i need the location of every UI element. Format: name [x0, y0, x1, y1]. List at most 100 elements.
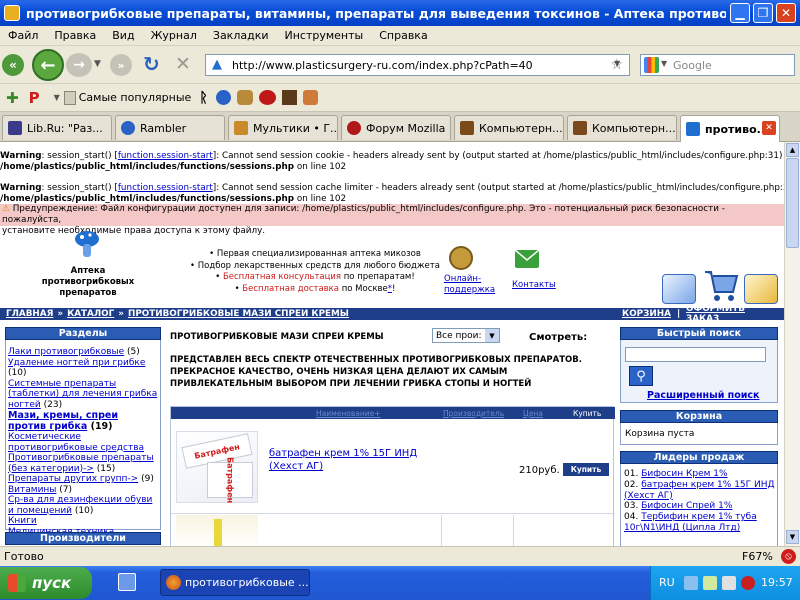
leader-link[interactable]: батрафен крем 1% 15Г ИНД (Хехст АГ)	[624, 480, 775, 501]
order-icon[interactable]	[744, 274, 778, 304]
tab-cartoons[interactable]: Мультики • Г...	[228, 115, 338, 140]
category-link[interactable]: Книги	[8, 516, 37, 526]
tray-icon[interactable]	[703, 576, 717, 590]
network-icon[interactable]	[684, 576, 698, 590]
history-dropdown-icon[interactable]: ▼	[94, 59, 101, 69]
breadcrumb-current[interactable]: Противогрибковые мази спреи кремы	[128, 309, 349, 319]
logo-mushroom-icon[interactable]	[74, 230, 100, 258]
category-link[interactable]: Косметические противогрибковые средства	[8, 432, 144, 453]
menu-help[interactable]: Справка	[371, 29, 435, 42]
dropdown-icon[interactable]: ▼	[54, 93, 60, 102]
category-link[interactable]: Лаки противогрибковые	[8, 347, 124, 357]
back-history-button[interactable]: «	[2, 54, 24, 76]
leader-link[interactable]: Тербифин крем 1% туба 10г\N1\ИНД (Ципла …	[624, 512, 757, 533]
menu-history[interactable]: Журнал	[143, 29, 205, 42]
bookmark-computer-icon[interactable]	[281, 90, 297, 105]
zoom-level[interactable]: F67%	[742, 550, 773, 563]
start-button[interactable]: пуск	[0, 567, 92, 599]
free-consult-link[interactable]: Бесплатная консультация	[223, 272, 341, 282]
buy-button[interactable]: Купить	[563, 463, 609, 476]
search-icon[interactable]: ⚲	[629, 366, 653, 386]
product-image-next[interactable]	[176, 515, 258, 546]
envelope-icon[interactable]	[514, 249, 540, 268]
back-arrow-icon[interactable]: ←	[32, 49, 64, 81]
online-support-link[interactable]: Онлайн- поддержка	[444, 274, 495, 296]
tab-active-pharmacy[interactable]: противо... ✕	[680, 115, 780, 142]
leader-link[interactable]: Бифосин Спрей 1%	[641, 501, 732, 511]
address-bar[interactable]: ▲ http://www.plasticsurgery-ru.com/index…	[205, 54, 630, 76]
tab-mozilla-forum[interactable]: Форум Mozilla ...	[341, 115, 451, 140]
add-bookmark-icon[interactable]: ✚	[6, 89, 19, 107]
menu-bookmarks[interactable]: Закладки	[205, 29, 277, 42]
close-window-button[interactable]: ✕	[776, 3, 796, 23]
free-delivery-link[interactable]: Бесплатная доставка	[242, 284, 339, 294]
bookmark-cartoon-icon[interactable]	[236, 90, 253, 105]
chevron-down-icon[interactable]: ▼	[485, 329, 499, 342]
category-link[interactable]: Витамины	[8, 485, 56, 495]
taskbar-item-firefox[interactable]: противогрибковые ...	[160, 569, 310, 596]
category-link[interactable]: Препараты других групп->	[8, 474, 138, 484]
bookmark-mozilla-icon[interactable]	[258, 90, 276, 105]
forward-history-button[interactable]: »	[110, 54, 132, 76]
forward-arrow-icon[interactable]: →	[66, 53, 92, 77]
p-toolbar-icon[interactable]: P	[29, 89, 40, 107]
vertical-scrollbar[interactable]: ▲ ▼	[784, 142, 800, 546]
bookmark-cup-icon[interactable]	[302, 90, 318, 105]
maximize-button[interactable]: ❐	[753, 3, 773, 23]
windows-logo-icon	[8, 574, 26, 592]
breadcrumb-home[interactable]: Главная	[6, 309, 53, 319]
menu-tools[interactable]: Инструменты	[277, 29, 372, 42]
scroll-up-icon[interactable]: ▲	[786, 143, 799, 157]
leader-link[interactable]: Бифосин Крем 1%	[641, 469, 727, 479]
scroll-thumb[interactable]	[786, 158, 799, 248]
function-session-start-link[interactable]: function.session-start	[118, 151, 213, 161]
window-title-bar[interactable]: противогрибковые препараты, витамины, пр…	[0, 0, 800, 26]
product-name-link[interactable]: батрафен крем 1% 15Г ИНД (Хехст АГ)	[269, 447, 429, 473]
category-link[interactable]: Удаление ногтей при грибке	[8, 358, 145, 368]
url-dropdown-icon[interactable]: ▼	[614, 59, 620, 68]
cart-link[interactable]: Корзина	[622, 309, 671, 319]
logo-text[interactable]: Аптека противогрибковых препаратов	[20, 266, 156, 299]
contacts-link[interactable]: Контакты	[512, 280, 556, 290]
quicklaunch-icon[interactable]	[118, 573, 136, 591]
product-image[interactable]: Батрафен Батрафен	[176, 431, 258, 503]
bookmark-popular[interactable]: Самые популярные	[79, 91, 192, 104]
category-link[interactable]: Системные препараты (таблетки) для лечен…	[8, 379, 157, 410]
tab-computer-1[interactable]: Компьютерн...	[454, 115, 564, 140]
menu-file[interactable]: Файл	[0, 29, 46, 42]
menu-edit[interactable]: Правка	[46, 29, 104, 42]
producer-select[interactable]: Все прои: ▼	[432, 328, 500, 343]
bookmark-mushroom-icon[interactable]: ᚱ	[199, 90, 207, 106]
language-indicator[interactable]: RU	[659, 576, 675, 589]
checkout-link[interactable]: Оформить заказ	[686, 304, 780, 324]
tab-lib-ru[interactable]: Lib.Ru: "Раз...	[2, 115, 112, 140]
google-engine-icon[interactable]	[644, 57, 659, 73]
bookmark-rambler-icon[interactable]	[215, 90, 231, 105]
shopping-cart-icon[interactable]	[703, 266, 739, 304]
scroll-down-icon[interactable]: ▼	[786, 530, 799, 544]
volume-icon[interactable]	[722, 576, 736, 590]
function-session-start-link[interactable]: function.session-start	[118, 183, 213, 193]
sort-producer-link[interactable]: Производитель	[443, 409, 504, 418]
category-link[interactable]: Противогрибковые препараты (без категори…	[8, 453, 154, 474]
support-avatar-icon[interactable]	[449, 246, 473, 270]
stop-icon[interactable]: ✕	[175, 53, 191, 75]
menu-view[interactable]: Вид	[104, 29, 142, 42]
breadcrumb-catalog[interactable]: Каталог	[67, 309, 114, 319]
tab-rambler[interactable]: Rambler	[115, 115, 225, 140]
blocked-icon[interactable]: ⦸	[781, 549, 796, 564]
antivirus-icon[interactable]	[741, 576, 755, 590]
book-icon[interactable]	[662, 274, 696, 304]
search-input[interactable]: ▼ Google	[640, 54, 795, 76]
advanced-search-link[interactable]: Расширенный поиск	[647, 390, 760, 401]
minimize-button[interactable]: ▁	[730, 3, 750, 23]
tab-computer-2[interactable]: Компьютерн...	[567, 115, 677, 140]
sort-price-link[interactable]: Цена	[523, 409, 543, 418]
reload-icon[interactable]: ↻	[143, 52, 160, 76]
sort-name-link[interactable]: Наименование+	[316, 409, 381, 418]
tab-favicon-icon	[121, 121, 135, 135]
engine-dropdown-icon[interactable]: ▼	[661, 59, 667, 68]
close-tab-icon[interactable]: ✕	[762, 121, 776, 135]
quick-search-input[interactable]	[625, 347, 766, 362]
clock[interactable]: 19:57	[761, 576, 793, 589]
